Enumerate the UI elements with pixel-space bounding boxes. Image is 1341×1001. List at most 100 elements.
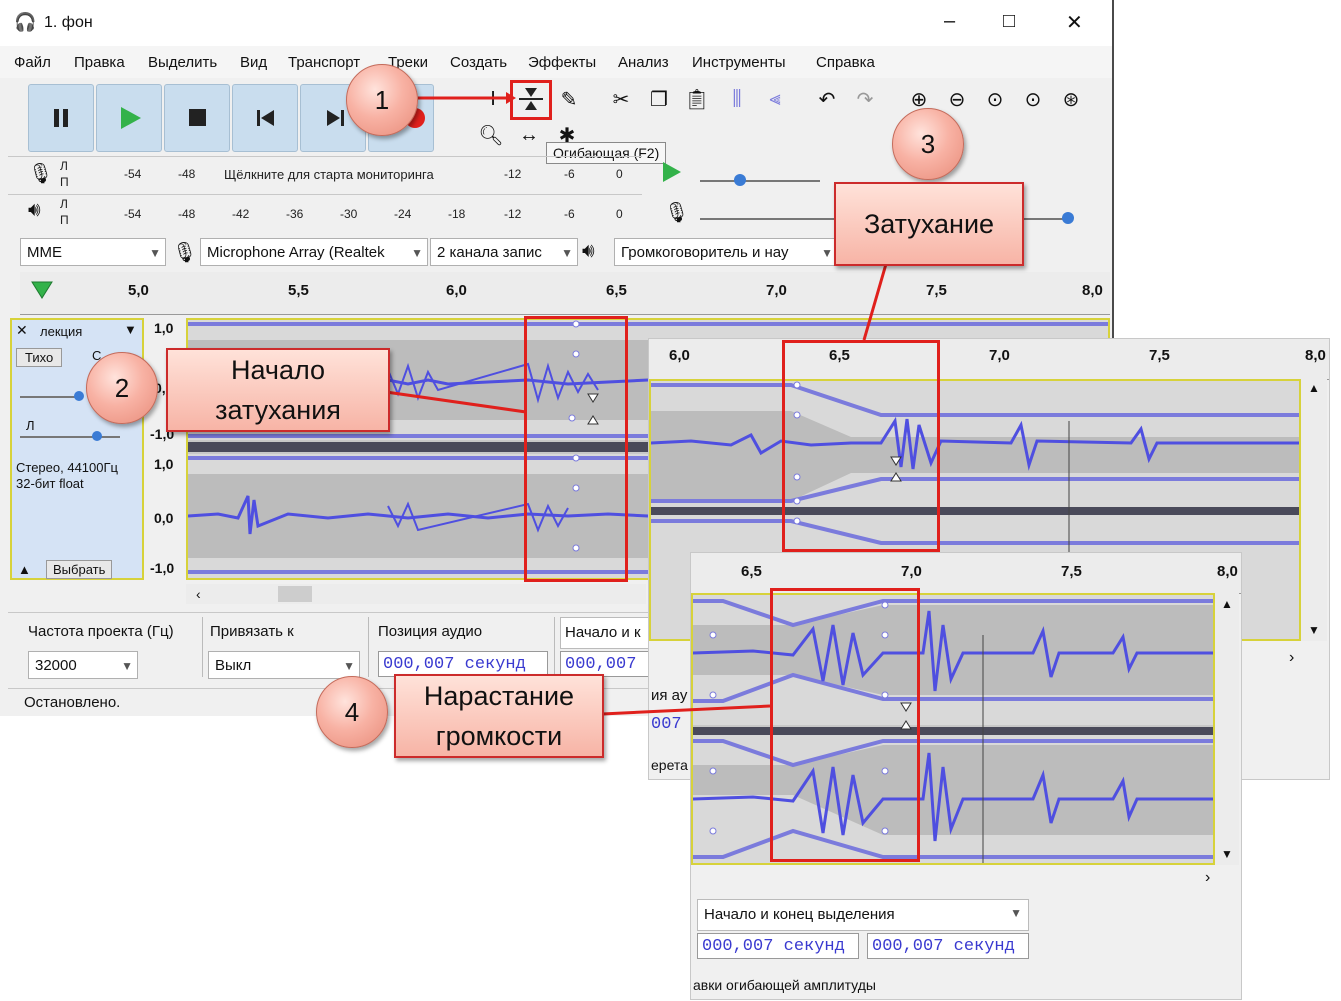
title-bar: 🎧 1. фон – □ ✕ (0, 0, 1112, 46)
cut-button[interactable]: ✂ (606, 84, 636, 114)
monitor-prompt[interactable]: Щёлкните для старта мониторинга (224, 167, 434, 182)
callout-fade-start: Начало затухания (166, 348, 390, 432)
project-rate-dropdown[interactable]: 32000 ▼ (28, 651, 138, 679)
redo-icon: ↷ (856, 88, 874, 111)
speaker-icon[interactable]: 🔊︎ (28, 199, 41, 222)
ruler-label: 8,0 (1082, 282, 1103, 299)
menu-analyze[interactable]: Анализ (618, 54, 669, 71)
selection-mode-dropdown[interactable]: Начало и конец выделения ▼ (697, 899, 1029, 931)
pause-button[interactable] (28, 84, 94, 152)
copy-button[interactable]: ❐ (644, 84, 674, 114)
close-button[interactable]: ✕ (1066, 10, 1083, 35)
clipboard-icon: 📋︎ (684, 88, 710, 111)
play-at-speed-button[interactable] (660, 160, 684, 187)
microphone-icon[interactable]: 🎙︎ (28, 161, 53, 186)
meter-tick: -48 (178, 207, 196, 221)
zoom-out-button[interactable]: ⊖ (942, 84, 972, 114)
zoom2-vertical-scrollbar[interactable]: ▲ ▼ (1215, 593, 1239, 865)
scroll-down-icon[interactable]: ▼ (1308, 623, 1320, 637)
highlight-fade-start (524, 316, 628, 582)
track-name[interactable]: лекция (40, 324, 82, 339)
silence-icon: ⫷ (769, 87, 781, 110)
channels-value: 2 канала запис (437, 244, 542, 261)
horizontal-scrollbar[interactable]: ‹ (186, 584, 646, 604)
text-cursor-icon: I (490, 87, 496, 110)
skip-start-button[interactable] (232, 84, 298, 152)
selection-mode-dropdown[interactable]: Начало и к (560, 617, 656, 649)
zoom-toggle-button[interactable]: ⊛ (1056, 84, 1086, 114)
scroll-thumb[interactable] (278, 586, 312, 602)
meter-tick: -6 (564, 207, 575, 221)
slider-thumb[interactable] (1062, 212, 1074, 224)
stop-button[interactable] (164, 84, 230, 152)
recording-device-dropdown[interactable]: Microphone Array (Realtek ▼ (200, 238, 428, 266)
time-shift-tool[interactable]: ↔ (514, 120, 544, 150)
menu-file[interactable]: Файл (14, 54, 51, 71)
slider-thumb[interactable] (92, 431, 102, 441)
selection-start-field[interactable]: 000,007 секунд (697, 933, 859, 959)
menu-help[interactable]: Справка (816, 54, 875, 71)
gain-slider[interactable] (20, 391, 84, 401)
scroll-up-icon[interactable]: ▲ (1308, 381, 1320, 395)
selection-tool[interactable]: I (478, 84, 508, 114)
menu-effects[interactable]: Эффекты (528, 54, 596, 71)
zoom2-status-text: авки огибающей амплитуды (693, 977, 876, 993)
maximize-button[interactable]: □ (1003, 10, 1015, 33)
collapse-track-icon[interactable]: ▲ (18, 562, 31, 577)
scissors-icon: ✂ (612, 88, 630, 111)
scale-label: 1,0 (154, 320, 174, 336)
fit-selection-button[interactable]: ⊙ (980, 84, 1010, 114)
minimize-button[interactable]: – (944, 10, 955, 33)
slider-thumb[interactable] (734, 174, 746, 186)
microphone-icon: 🎙︎ (664, 202, 690, 224)
playback-speed-slider[interactable] (700, 174, 820, 186)
channels-dropdown[interactable]: 2 канала запис ▼ (430, 238, 578, 266)
menu-select[interactable]: Выделить (148, 54, 217, 71)
project-rate-label: Частота проекта (Гц) (28, 623, 174, 640)
audio-host-dropdown[interactable]: MME ▼ (20, 238, 166, 266)
magnifier-icon: 🔍︎ (478, 124, 504, 147)
meter-tick: -48 (178, 167, 196, 181)
snap-to-dropdown[interactable]: Выкл ▼ (208, 651, 360, 679)
mute-button[interactable]: Тихо (16, 348, 63, 367)
fit-project-button[interactable]: ⊙ (1018, 84, 1048, 114)
zoom1-vertical-scrollbar[interactable]: ▲ ▼ (1301, 379, 1327, 641)
paste-button[interactable]: 📋︎ (682, 84, 712, 114)
trim-button[interactable]: ⫼ (722, 84, 752, 114)
play-icon (663, 162, 681, 182)
ruler-label: 5,5 (288, 282, 309, 299)
select-track-button[interactable]: Выбрать (46, 560, 113, 579)
meter-tick: -6 (564, 167, 575, 181)
slider-thumb[interactable] (74, 391, 84, 401)
scroll-down-icon[interactable]: ▼ (1221, 847, 1233, 861)
meter-tick: -18 (448, 207, 466, 221)
meter-tick: 0 (616, 207, 623, 221)
scroll-left-icon[interactable]: ‹ (196, 586, 201, 602)
scroll-right-icon[interactable]: › (1289, 649, 1294, 667)
menu-view[interactable]: Вид (240, 54, 267, 71)
redo-button[interactable]: ↷ (850, 84, 880, 114)
scroll-up-icon[interactable]: ▲ (1221, 597, 1233, 611)
highlight-fade-out (782, 340, 940, 552)
ruler-label: 8,0 (1305, 347, 1326, 364)
menu-generate[interactable]: Создать (450, 54, 507, 71)
playback-device-dropdown[interactable]: Громкоговоритель и нау ▼ (614, 238, 838, 266)
menu-edit[interactable]: Правка (74, 54, 125, 71)
silence-button[interactable]: ⫷ (760, 84, 790, 114)
selection-end-field[interactable]: 000,007 секунд (867, 933, 1029, 959)
highlight-fade-in (770, 588, 920, 862)
pan-left-label: Л (26, 418, 35, 433)
track-close-button[interactable]: ✕ (16, 322, 28, 339)
zoom-tool[interactable]: 🔍︎ (476, 120, 506, 150)
menu-transport[interactable]: Транспорт (288, 54, 360, 71)
pan-slider[interactable] (20, 431, 120, 441)
undo-button[interactable]: ↶ (812, 84, 842, 114)
scroll-right-icon[interactable]: › (1205, 869, 1210, 887)
skip-start-icon (257, 110, 274, 126)
menu-tools[interactable]: Инструменты (692, 54, 786, 71)
draw-tool[interactable]: ✎ (554, 84, 584, 114)
timeline-ruler[interactable]: 5,0 5,5 6,0 6,5 7,0 7,5 8,0 (20, 272, 1110, 315)
track-menu-arrow-icon[interactable]: ▼ (124, 322, 137, 337)
meter-tick: 0 (616, 167, 623, 181)
play-button[interactable] (96, 84, 162, 152)
